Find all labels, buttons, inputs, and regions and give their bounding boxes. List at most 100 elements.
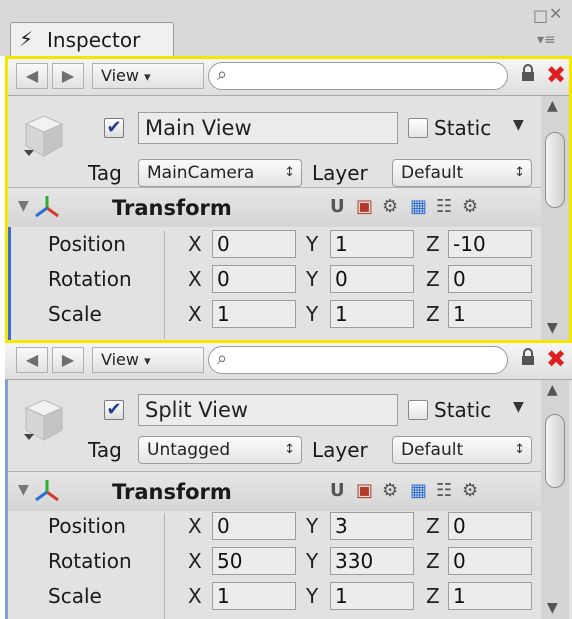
rotation-z-field[interactable]: 0 <box>448 265 532 293</box>
layer-dropdown[interactable]: Default ↕ <box>392 159 532 187</box>
transform-axis-icon <box>35 480 59 502</box>
static-checkbox[interactable] <box>408 118 428 138</box>
rotation-y-field[interactable]: 0 <box>330 265 414 293</box>
view-dropdown[interactable]: View ▾ <box>92 347 204 373</box>
lock-icon[interactable] <box>520 64 536 87</box>
object-name-field[interactable]: Main View <box>138 112 398 144</box>
layer-dropdown[interactable]: Default ↕ <box>392 436 532 464</box>
scale-x-field[interactable]: 1 <box>212 300 296 328</box>
position-y-field[interactable]: 1 <box>330 230 414 258</box>
help-book-icon[interactable]: ▦ <box>410 480 427 502</box>
rotation-y-label: Y <box>306 267 319 291</box>
position-y-field[interactable]: 3 <box>330 512 414 540</box>
scale-y-field[interactable]: 1 <box>330 582 414 610</box>
static-dropdown-icon[interactable]: ▼ <box>513 399 524 415</box>
view-dropdown[interactable]: View ▾ <box>92 63 204 89</box>
static-label: Static <box>434 116 492 140</box>
forward-button[interactable]: ▶ <box>52 347 84 373</box>
back-button[interactable]: ◀ <box>16 347 48 373</box>
scroll-up-icon[interactable]: ▲ <box>547 382 558 398</box>
close-panel-icon[interactable]: ✖ <box>546 345 566 373</box>
transform-title: Transform <box>112 480 232 504</box>
panel-scrollbar[interactable]: ▲ ▼ <box>541 96 569 340</box>
help-book-icon[interactable]: ▦ <box>410 196 427 218</box>
rotation-y-label: Y <box>306 549 319 573</box>
tab-menu-icon[interactable]: ▾≡ <box>537 32 556 48</box>
close-window-icon[interactable]: ✕ <box>549 6 562 22</box>
scroll-down-icon[interactable]: ▼ <box>547 600 558 616</box>
layer-arrows-icon: ↕ <box>514 442 525 457</box>
preset-sliders-icon[interactable]: ☷ <box>436 196 452 218</box>
scroll-thumb[interactable] <box>545 132 565 208</box>
active-checkbox[interactable]: ✔ <box>104 118 124 138</box>
layer-value: Default <box>401 440 464 460</box>
rotation-x-field[interactable]: 0 <box>212 265 296 293</box>
active-checkbox[interactable]: ✔ <box>104 400 124 420</box>
layer-label: Layer <box>312 161 368 185</box>
scale-z-label: Z <box>426 302 440 326</box>
maximize-icon[interactable]: □ <box>533 8 548 24</box>
rotation-x-field[interactable]: 50 <box>212 547 296 575</box>
game-object-cube-icon <box>24 115 64 157</box>
scale-y-field[interactable]: 1 <box>330 300 414 328</box>
position-z-field[interactable]: -10 <box>448 230 532 258</box>
scale-z-field[interactable]: 1 <box>448 582 532 610</box>
tag-arrows-icon: ↕ <box>284 442 295 457</box>
settings-gear-icon[interactable]: ⚙ <box>462 196 478 218</box>
scroll-down-icon[interactable]: ▼ <box>547 320 558 336</box>
search-input[interactable]: ⌕ <box>208 346 508 374</box>
position-y-label: Y <box>306 232 319 256</box>
tag-label: Tag <box>88 161 122 185</box>
scroll-thumb[interactable] <box>545 414 565 488</box>
view-arrow-icon: ▾ <box>144 70 151 85</box>
search-icon: ⌕ <box>217 64 228 85</box>
inspector-tab-bar: ⚡ Inspector □ ✕ ▾≡ <box>0 0 572 56</box>
rotation-z-field[interactable]: 0 <box>448 547 532 575</box>
tag-dropdown[interactable]: MainCamera ↕ <box>138 159 302 187</box>
scale-label: Scale <box>48 584 102 608</box>
panel-scrollbar[interactable]: ▲ ▼ <box>541 380 569 619</box>
settings-gear-icon[interactable]: ⚙ <box>462 480 478 502</box>
view-label: View <box>101 66 139 85</box>
scroll-up-icon[interactable]: ▲ <box>547 98 558 114</box>
scale-z-field[interactable]: 1 <box>448 300 532 328</box>
object-name-field[interactable]: Split View <box>138 394 398 426</box>
panel-toolbar: ◀ ▶ View ▾ ⌕ ✖ <box>8 59 569 96</box>
scale-x-field[interactable]: 1 <box>212 582 296 610</box>
foldout-arrow-icon[interactable]: ▼ <box>18 482 29 498</box>
position-z-field[interactable]: 0 <box>448 512 532 540</box>
back-button[interactable]: ◀ <box>16 63 48 89</box>
inspector-tab-label: Inspector <box>47 28 141 52</box>
static-checkbox[interactable] <box>408 400 428 420</box>
label-divider <box>164 231 165 339</box>
rotation-z-label: Z <box>426 549 440 573</box>
foldout-arrow-icon[interactable]: ▼ <box>18 198 29 214</box>
tag-dropdown[interactable]: Untagged ↕ <box>138 436 302 464</box>
tag-arrows-icon: ↕ <box>284 165 295 180</box>
inspector-bolt-icon: ⚡ <box>19 27 34 51</box>
forward-button[interactable]: ▶ <box>52 63 84 89</box>
lock-icon[interactable] <box>520 348 536 371</box>
transform-header[interactable]: ▼ Transform U ▣ ⚙ ▦ ☷ ⚙ <box>8 471 544 511</box>
preset-sliders-icon[interactable]: ☷ <box>436 480 452 502</box>
position-z-label: Z <box>426 232 440 256</box>
layer-arrows-icon: ↕ <box>514 165 525 180</box>
position-x-field[interactable]: 0 <box>212 512 296 540</box>
transform-header[interactable]: ▼ Transform U ▣ ⚙ ▦ ☷ ⚙ <box>8 187 544 227</box>
inspector-panel-split-view: ◀ ▶ View ▾ ⌕ ✖ ✔ Split View Static ▼ Tag… <box>5 343 572 619</box>
component-gear-icon: ⚙ <box>382 196 399 217</box>
inspector-tab[interactable]: ⚡ Inspector <box>10 22 174 56</box>
rotation-x-label: X <box>188 549 202 573</box>
rotation-y-field[interactable]: 330 <box>330 547 414 575</box>
search-input[interactable]: ⌕ <box>208 62 508 90</box>
position-label: Position <box>48 232 126 256</box>
magnet-u-icon: U <box>330 480 345 501</box>
rotation-x-label: X <box>188 267 202 291</box>
static-dropdown-icon[interactable]: ▼ <box>513 117 524 133</box>
rotation-label: Rotation <box>48 549 132 573</box>
position-x-field[interactable]: 0 <box>212 230 296 258</box>
close-panel-icon[interactable]: ✖ <box>546 61 566 89</box>
scale-y-label: Y <box>306 584 319 608</box>
static-label: Static <box>434 398 492 422</box>
game-object-cube-icon <box>24 399 64 441</box>
